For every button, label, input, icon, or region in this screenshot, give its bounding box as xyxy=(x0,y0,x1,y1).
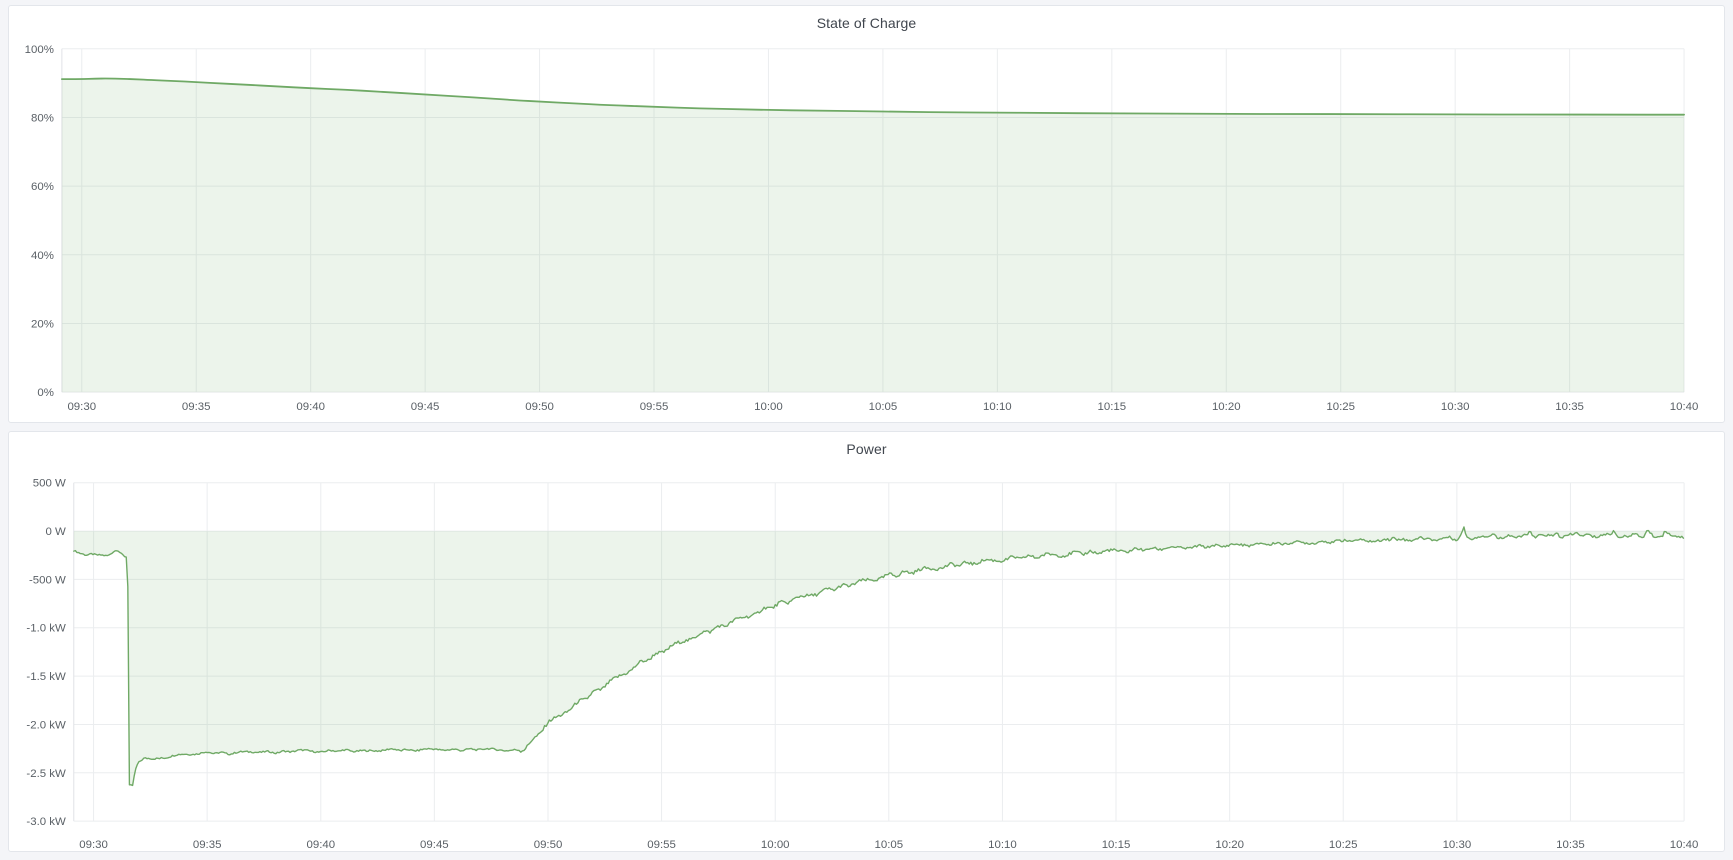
svg-text:09:55: 09:55 xyxy=(640,401,669,413)
svg-text:10:00: 10:00 xyxy=(754,401,783,413)
svg-text:10:20: 10:20 xyxy=(1215,839,1244,851)
svg-text:10:40: 10:40 xyxy=(1670,839,1699,851)
svg-text:09:35: 09:35 xyxy=(182,401,211,413)
svg-text:-3.0 kW: -3.0 kW xyxy=(26,816,66,828)
svg-text:10:05: 10:05 xyxy=(874,839,903,851)
svg-text:-2.5 kW: -2.5 kW xyxy=(26,768,66,780)
svg-text:0%: 0% xyxy=(37,387,54,399)
svg-text:60%: 60% xyxy=(31,181,54,193)
svg-text:10:30: 10:30 xyxy=(1441,401,1470,413)
svg-text:-1.5 kW: -1.5 kW xyxy=(26,671,66,683)
svg-text:20%: 20% xyxy=(31,318,54,330)
svg-text:10:15: 10:15 xyxy=(1098,401,1127,413)
svg-text:0 W: 0 W xyxy=(45,526,66,538)
power-panel: Power 500 W0 W-500 W-1.0 kW-1.5 kW-2.0 k… xyxy=(8,431,1725,852)
svg-text:09:40: 09:40 xyxy=(296,401,325,413)
soc-panel: State of Charge 100%80%60%40%20%0%09:300… xyxy=(8,5,1725,423)
svg-text:09:50: 09:50 xyxy=(534,839,563,851)
svg-text:09:30: 09:30 xyxy=(67,401,96,413)
svg-text:09:50: 09:50 xyxy=(525,401,554,413)
svg-text:09:55: 09:55 xyxy=(647,839,676,851)
svg-text:09:45: 09:45 xyxy=(420,839,449,851)
svg-text:80%: 80% xyxy=(31,112,54,124)
grafana-dashboard: { "theme": { "page_background": "#f4f5f8… xyxy=(0,0,1733,860)
svg-text:10:20: 10:20 xyxy=(1212,401,1241,413)
svg-text:10:15: 10:15 xyxy=(1102,839,1131,851)
svg-text:09:35: 09:35 xyxy=(193,839,222,851)
svg-text:100%: 100% xyxy=(25,44,54,56)
svg-text:10:40: 10:40 xyxy=(1670,401,1699,413)
svg-text:500 W: 500 W xyxy=(33,478,66,490)
svg-text:10:30: 10:30 xyxy=(1443,839,1472,851)
svg-text:10:25: 10:25 xyxy=(1326,401,1355,413)
svg-text:09:40: 09:40 xyxy=(306,839,335,851)
svg-text:10:35: 10:35 xyxy=(1555,401,1584,413)
soc-chart[interactable]: 100% 80% 60% 40% 20% 0% 09:30 09:35 09:40 09:45 09… xyxy=(9,6,1724,422)
svg-text:10:00: 10:00 xyxy=(761,839,790,851)
svg-text:40%: 40% xyxy=(31,250,54,262)
svg-text:10:10: 10:10 xyxy=(983,401,1012,413)
svg-text:-2.0 kW: -2.0 kW xyxy=(26,719,66,731)
svg-text:10:35: 10:35 xyxy=(1556,839,1585,851)
svg-text:09:45: 09:45 xyxy=(411,401,440,413)
svg-text:09:30: 09:30 xyxy=(79,839,108,851)
power-chart[interactable]: 500 W 0 W -500 W -1.0 kW -1.5 kW -2.0 kW -2.5 … xyxy=(9,432,1724,851)
svg-text:10:25: 10:25 xyxy=(1329,839,1358,851)
svg-text:-1.0 kW: -1.0 kW xyxy=(26,623,66,635)
svg-text:10:05: 10:05 xyxy=(869,401,898,413)
svg-text:10:10: 10:10 xyxy=(988,839,1017,851)
svg-text:-500 W: -500 W xyxy=(29,574,66,586)
